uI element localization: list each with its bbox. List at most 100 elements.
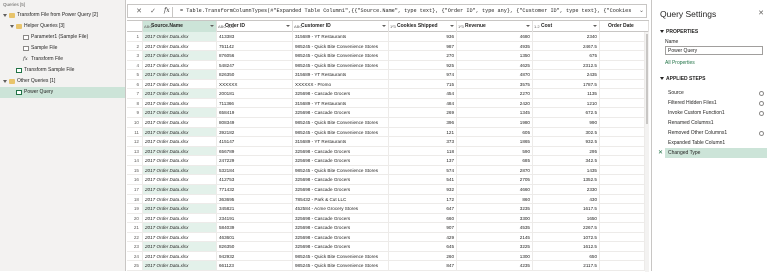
table-cell[interactable]: 808349 [217, 118, 293, 128]
table-cell[interactable]: 4625 [457, 60, 533, 71]
table-cell[interactable]: 3575 [457, 79, 533, 90]
table-cell[interactable]: 121 [389, 127, 457, 138]
table-cell[interactable]: 342.5 [533, 156, 600, 166]
row-number[interactable]: 20 [127, 213, 143, 224]
applied-step[interactable]: Invoke Custom Function1 [665, 108, 767, 118]
table-cell[interactable]: 548247 [217, 60, 293, 71]
applied-step[interactable]: Removed Other Columns1 [665, 128, 767, 138]
column-type-icon[interactable]: ABC 123 [218, 21, 234, 32]
row-number[interactable]: 9 [127, 108, 143, 119]
commit-formula-button[interactable]: ✓ [148, 7, 158, 16]
table-cell[interactable]: 985245 - Quick Bite Convenience Stores [293, 51, 389, 61]
row-number[interactable]: 17 [127, 184, 143, 195]
delete-step-icon[interactable]: ✕ [658, 148, 663, 158]
table-cell[interactable]: 2017 Order Data.xlsx [143, 242, 217, 252]
table-cell[interactable]: 541 [389, 175, 457, 185]
table-cell[interactable]: 985245 - Quick Bite Convenience Stores [293, 41, 389, 52]
row-number[interactable]: 19 [127, 204, 143, 214]
table-cell[interactable] [600, 242, 645, 252]
table-cell[interactable]: 2270 [457, 89, 533, 99]
row-number[interactable]: 24 [127, 251, 143, 262]
table-cell[interactable]: 985245 - Quick Bite Convenience Stores [293, 261, 389, 271]
table-cell[interactable]: 4660 [457, 184, 533, 195]
table-cell[interactable]: 656789 [217, 146, 293, 157]
query-item[interactable]: Power Query [0, 87, 125, 98]
table-cell[interactable]: 2017 Order Data.xlsx [143, 108, 217, 119]
gear-icon[interactable] [759, 110, 764, 116]
table-cell[interactable]: 2870 [457, 165, 533, 176]
row-number[interactable]: 3 [127, 51, 143, 61]
table-cell[interactable]: 645 [389, 242, 457, 252]
table-cell[interactable]: 1072.5 [533, 232, 600, 243]
table-cell[interactable]: 2017 Order Data.xlsx [143, 204, 217, 214]
table-cell[interactable]: 876056 [217, 51, 293, 61]
query-item[interactable]: Transform File from Power Query [2] [0, 10, 125, 21]
table-cell[interactable]: 315689 - YT Restaurants [293, 98, 389, 109]
table-cell[interactable]: 985245 - Quick Bite Convenience Stores [293, 118, 389, 128]
table-cell[interactable]: 1300 [457, 251, 533, 262]
table-cell[interactable]: 675 [533, 51, 600, 61]
row-number[interactable]: 4 [127, 60, 143, 71]
column-type-icon[interactable]: ABC [144, 21, 152, 32]
vertical-scrollbar[interactable] [645, 32, 649, 272]
row-number[interactable]: 11 [127, 127, 143, 138]
table-cell[interactable]: 315689 - YT Restaurants [293, 70, 389, 80]
table-cell[interactable]: 2017 Order Data.xlsx [143, 41, 217, 52]
column-header[interactable]: Order Date [600, 21, 649, 32]
query-item[interactable]: Other Queries [1] [0, 76, 125, 87]
table-cell[interactable]: 430 [533, 194, 600, 205]
table-cell[interactable]: 315689 - YT Restaurants [293, 32, 389, 42]
table-cell[interactable]: 715 [389, 79, 457, 90]
table-cell[interactable]: 785432 - Park & Cut LLC [293, 194, 389, 205]
column-header[interactable]: ABC 123 Order ID [217, 21, 293, 32]
table-cell[interactable] [600, 146, 645, 157]
table-cell[interactable]: 325698 - Cascade Grocers [293, 184, 389, 195]
table-cell[interactable]: 1350 [457, 51, 533, 61]
table-cell[interactable]: 658419 [217, 108, 293, 119]
table-cell[interactable]: 1787.5 [533, 79, 600, 90]
gear-icon[interactable] [759, 130, 764, 136]
properties-section-header[interactable]: PROPERTIES [660, 29, 698, 35]
table-cell[interactable]: 315689 - YT Restaurants [293, 137, 389, 147]
table-cell[interactable] [600, 194, 645, 205]
query-item[interactable]: fx Transform File [0, 54, 125, 65]
row-number[interactable]: 6 [127, 79, 143, 90]
table-cell[interactable]: 200181 [217, 89, 293, 99]
column-header[interactable]: ABC Customer ID [293, 21, 389, 32]
table-cell[interactable]: 974 [389, 70, 457, 80]
table-cell[interactable] [600, 204, 645, 214]
row-number[interactable]: 10 [127, 118, 143, 128]
table-cell[interactable]: 1345 [457, 108, 533, 119]
table-cell[interactable]: 463601 [217, 232, 293, 243]
table-cell[interactable] [600, 137, 645, 147]
table-cell[interactable]: 269 [389, 108, 457, 119]
table-cell[interactable]: 234191 [217, 213, 293, 224]
table-cell[interactable]: 2017 Order Data.xlsx [143, 51, 217, 61]
applied-step[interactable]: Filtered Hidden Files1 [665, 98, 767, 108]
table-cell[interactable]: 2312.5 [533, 60, 600, 71]
row-number[interactable]: 1 [127, 32, 143, 42]
table-cell[interactable]: 2017 Order Data.xlsx [143, 156, 217, 166]
table-cell[interactable]: 260 [389, 251, 457, 262]
table-cell[interactable] [600, 165, 645, 176]
table-cell[interactable] [600, 32, 645, 42]
table-cell[interactable]: 985245 - Quick Bite Convenience Stores [293, 251, 389, 262]
table-cell[interactable]: 325698 - Cascade Grocers [293, 223, 389, 233]
table-cell[interactable]: 2017 Order Data.xlsx [143, 184, 217, 195]
table-cell[interactable] [600, 213, 645, 224]
table-cell[interactable]: 985245 - Quick Bite Convenience Stores [293, 60, 389, 71]
table-cell[interactable]: XXXXXX - Promo [293, 79, 389, 90]
table-cell[interactable]: 1435 [533, 165, 600, 176]
table-cell[interactable]: 985245 - Quick Bite Convenience Stores [293, 165, 389, 176]
table-cell[interactable]: 2017 Order Data.xlsx [143, 223, 217, 233]
table-cell[interactable]: 325698 - Cascade Grocers [293, 89, 389, 99]
table-cell[interactable]: 650 [533, 251, 600, 262]
table-cell[interactable] [600, 70, 645, 80]
filter-dropdown-icon[interactable] [593, 25, 597, 27]
table-cell[interactable]: 932.5 [533, 137, 600, 147]
table-cell[interactable]: 325698 - Cascade Grocers [293, 146, 389, 157]
expand-triangle-icon[interactable] [3, 80, 7, 83]
filter-dropdown-icon[interactable] [382, 25, 386, 27]
column-type-icon[interactable]: 1.2 [534, 21, 540, 32]
table-cell[interactable]: 392182 [217, 127, 293, 138]
